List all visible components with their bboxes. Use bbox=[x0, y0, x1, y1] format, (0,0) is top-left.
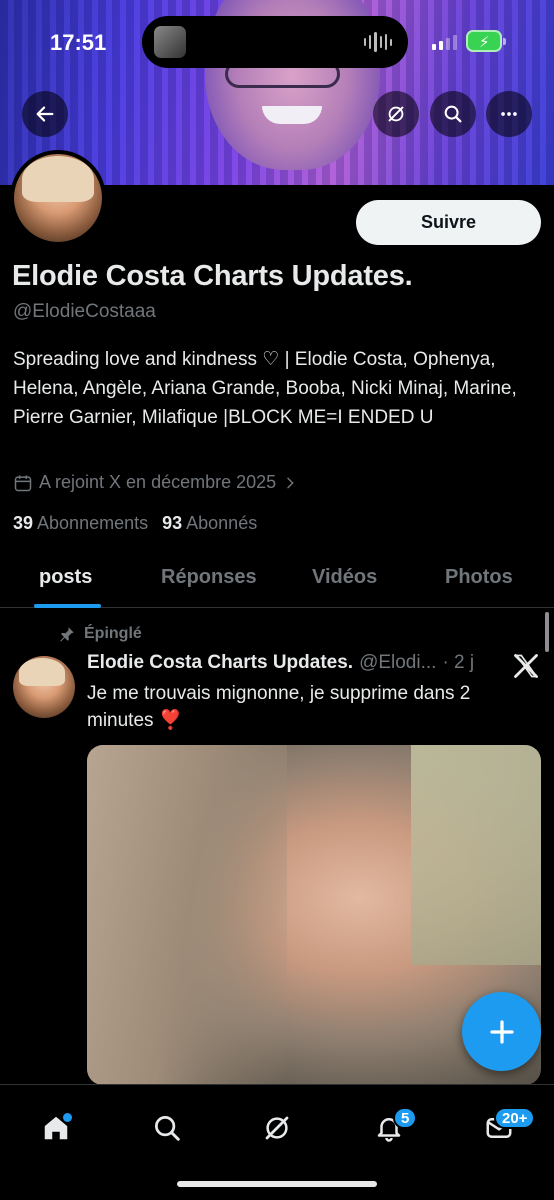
scrollbar[interactable] bbox=[545, 612, 549, 652]
post-age: · 2 j bbox=[442, 652, 475, 673]
active-tab-indicator bbox=[34, 604, 101, 608]
follow-button[interactable]: Suivre bbox=[356, 200, 541, 245]
back-button[interactable] bbox=[22, 91, 68, 137]
post-author-avatar[interactable] bbox=[13, 656, 75, 718]
calendar-icon bbox=[14, 475, 32, 491]
home-unread-dot bbox=[63, 1113, 72, 1122]
status-bar: 17:51 ⚡ bbox=[0, 0, 554, 80]
nav-grok[interactable] bbox=[252, 1103, 302, 1153]
more-options-button[interactable] bbox=[486, 91, 532, 137]
following-link[interactable]: 39 Abonnements bbox=[13, 513, 148, 534]
grok-icon bbox=[388, 106, 404, 122]
image-hair bbox=[87, 745, 287, 1085]
tab-replies[interactable]: Réponses bbox=[161, 566, 257, 589]
grok-button[interactable] bbox=[373, 91, 419, 137]
following-label: Abonnements bbox=[37, 513, 149, 533]
messages-badge: 20+ bbox=[494, 1107, 536, 1129]
profile-avatar[interactable] bbox=[10, 150, 106, 246]
post-author-handle[interactable]: @Elodi... bbox=[359, 652, 436, 674]
profile-bio: Spreading love and kindness ♡ | Elodie C… bbox=[13, 349, 517, 428]
battery-charging-icon: ⚡ bbox=[466, 30, 506, 52]
followers-label: Abonnés bbox=[186, 513, 258, 533]
tab-posts[interactable]: posts bbox=[39, 566, 92, 589]
x-logo-icon[interactable] bbox=[512, 652, 540, 680]
cellular-signal-icon bbox=[432, 34, 457, 50]
nav-messages[interactable]: 20+ bbox=[474, 1103, 536, 1153]
back-arrow-icon bbox=[36, 106, 54, 122]
home-indicator[interactable] bbox=[177, 1181, 377, 1187]
pinned-text: Épinglé bbox=[84, 625, 142, 642]
profile-tabs: posts Réponses Vidéos Photos bbox=[0, 550, 554, 608]
nav-home[interactable] bbox=[31, 1103, 81, 1153]
followers-count: 93 bbox=[162, 513, 183, 533]
notifications-badge: 5 bbox=[393, 1107, 418, 1129]
chevron-right-icon bbox=[287, 477, 294, 488]
compose-post-button[interactable] bbox=[462, 992, 541, 1071]
dynamic-island[interactable] bbox=[142, 16, 408, 68]
image-background-wall bbox=[411, 745, 541, 965]
grok-icon bbox=[265, 1116, 289, 1140]
post-author-name[interactable]: Elodie Costa Charts Updates. bbox=[87, 652, 353, 674]
profile-handle: @ElodieCostaaa bbox=[13, 301, 156, 322]
audio-waveform-icon bbox=[364, 32, 393, 52]
pinned-label: Épinglé bbox=[58, 625, 142, 643]
pin-icon bbox=[60, 627, 74, 642]
status-time: 17:51 bbox=[50, 30, 107, 55]
joined-date[interactable]: A rejoint X en décembre 2025 bbox=[13, 472, 298, 493]
banner-smile bbox=[262, 106, 322, 124]
following-count: 39 bbox=[13, 513, 34, 533]
nav-search[interactable] bbox=[142, 1103, 192, 1153]
avatar-hair bbox=[22, 156, 94, 202]
search-button[interactable] bbox=[430, 91, 476, 137]
avatar-hair bbox=[19, 658, 65, 686]
post-text: Je me trouvais mignonne, je supprime dan… bbox=[87, 683, 471, 731]
search-icon bbox=[444, 105, 462, 123]
nav-notifications[interactable]: 5 bbox=[364, 1103, 418, 1153]
tab-videos[interactable]: Vidéos bbox=[312, 566, 377, 589]
profile-display-name: Elodie Costa Charts Updates. bbox=[12, 260, 413, 292]
post-header: Elodie Costa Charts Updates. @Elodi... ·… bbox=[87, 652, 502, 674]
tab-photos[interactable]: Photos bbox=[445, 566, 513, 589]
now-playing-artwork bbox=[154, 26, 186, 58]
more-icon bbox=[501, 112, 517, 116]
plus-icon bbox=[489, 1019, 514, 1044]
joined-date-text: A rejoint X en décembre 2025 bbox=[39, 472, 277, 492]
search-icon bbox=[155, 1116, 180, 1141]
followers-link[interactable]: 93 Abonnés bbox=[162, 513, 257, 534]
follow-stats: 39 Abonnements 93 Abonnés bbox=[13, 513, 257, 534]
